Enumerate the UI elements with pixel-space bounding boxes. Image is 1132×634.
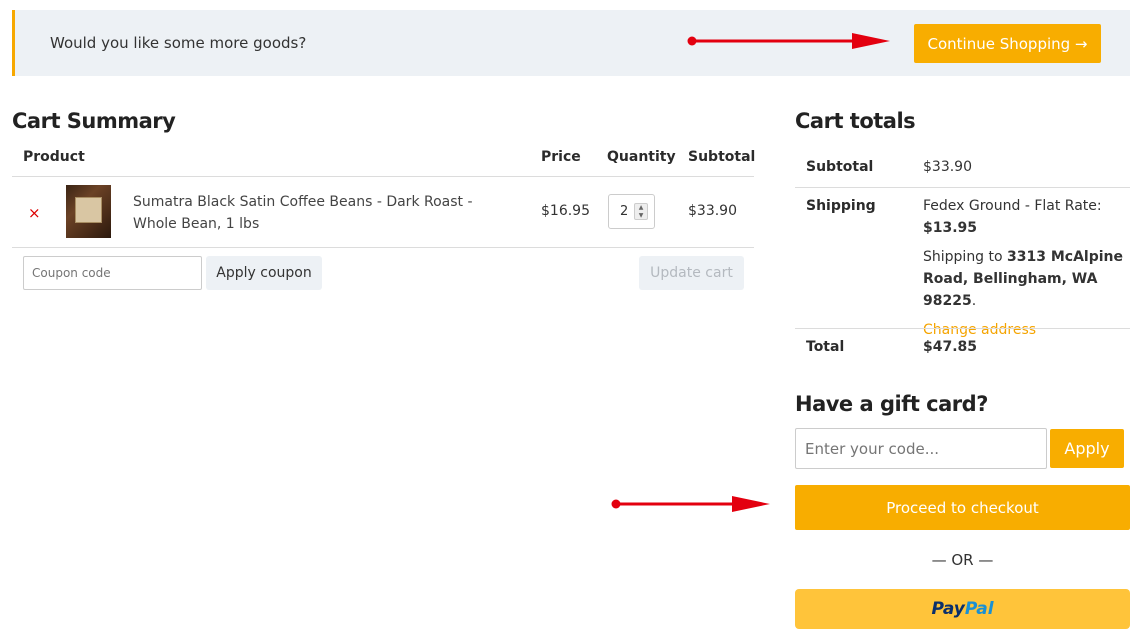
quantity-value: 2 bbox=[620, 204, 629, 219]
red-arrow-annotation bbox=[611, 496, 770, 512]
apply-gift-card-button[interactable]: Apply bbox=[1050, 429, 1124, 468]
product-price: $16.95 bbox=[541, 203, 590, 219]
product-name-link[interactable]: Sumatra Black Satin Coffee Beans - Dark … bbox=[133, 191, 503, 235]
coupon-code-input[interactable] bbox=[23, 256, 202, 290]
coffee-bag-thumbnail[interactable] bbox=[66, 185, 111, 238]
divider bbox=[12, 176, 754, 177]
divider bbox=[795, 187, 1130, 188]
divider bbox=[795, 328, 1130, 329]
paypal-button[interactable]: Pay Pal bbox=[795, 589, 1130, 629]
shipping-destination: Shipping to 3313 McAlpine Road, Bellingh… bbox=[923, 249, 1124, 309]
continue-shopping-button[interactable]: Continue Shopping → bbox=[914, 24, 1101, 63]
proceed-to-checkout-button[interactable]: Proceed to checkout bbox=[795, 485, 1130, 530]
update-cart-button[interactable]: Update cart bbox=[639, 256, 744, 290]
column-header-product: Product bbox=[23, 149, 85, 165]
shipping-cost: $13.95 bbox=[923, 220, 978, 236]
cart-totals-title: Cart totals bbox=[795, 109, 916, 133]
notice-text: Would you like some more goods? bbox=[50, 34, 307, 52]
subtotal-value: $33.90 bbox=[923, 159, 972, 175]
gift-card-code-input[interactable] bbox=[795, 428, 1047, 469]
column-header-quantity: Quantity bbox=[607, 149, 676, 165]
paypal-logo-pal: Pal bbox=[964, 599, 994, 619]
subtotal-label: Subtotal bbox=[806, 159, 874, 175]
total-value: $47.85 bbox=[923, 339, 978, 355]
shipping-label: Shipping bbox=[806, 198, 876, 214]
quantity-spinner-icon[interactable]: ▲ ▼ bbox=[634, 203, 648, 220]
paypal-logo-pay: Pay bbox=[931, 599, 965, 619]
shipping-to-prefix: Shipping to bbox=[923, 249, 1003, 265]
product-subtotal: $33.90 bbox=[688, 203, 737, 219]
total-label: Total bbox=[806, 339, 845, 355]
gift-card-title: Have a gift card? bbox=[795, 392, 988, 416]
remove-icon[interactable]: × bbox=[28, 204, 41, 222]
cart-summary-title: Cart Summary bbox=[12, 109, 176, 133]
divider bbox=[12, 247, 754, 248]
apply-coupon-button[interactable]: Apply coupon bbox=[206, 256, 322, 290]
column-header-price: Price bbox=[541, 149, 581, 165]
shipping-details: Fedex Ground - Flat Rate: $13.95 Shippin… bbox=[923, 195, 1128, 341]
continue-shopping-notice: Would you like some more goods? Continue… bbox=[12, 10, 1130, 76]
shipping-method: Fedex Ground - Flat Rate: bbox=[923, 198, 1102, 214]
red-arrow-annotation bbox=[687, 33, 890, 49]
column-header-subtotal: Subtotal bbox=[688, 149, 756, 165]
quantity-stepper[interactable]: 2 ▲ ▼ bbox=[608, 194, 655, 229]
or-separator: — OR — bbox=[931, 551, 994, 569]
